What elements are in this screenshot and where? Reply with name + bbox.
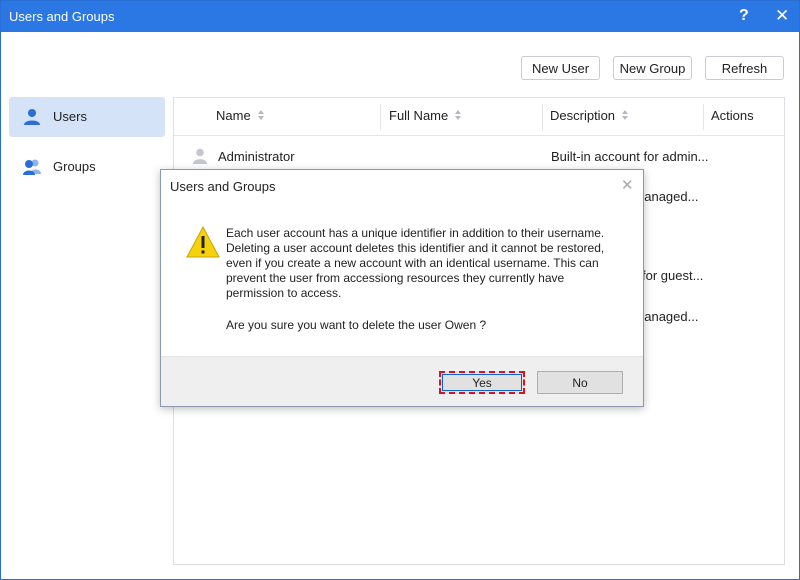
sidebar-item-groups[interactable]: Groups <box>9 147 165 187</box>
dialog-title: Users and Groups <box>170 179 276 194</box>
yes-button[interactable]: Yes <box>439 371 525 394</box>
user-avatar-icon <box>193 148 207 164</box>
sidebar-item-label: Users <box>53 109 87 124</box>
dialog-question: Are you sure you want to delete the user… <box>226 318 487 332</box>
group-icon <box>23 159 41 175</box>
sidebar-item-label: Groups <box>53 159 96 174</box>
help-icon[interactable]: ? <box>739 7 749 25</box>
delete-user-confirm-dialog: Users and Groups ✕ Each user account has… <box>160 169 644 407</box>
user-description: nanaged... <box>637 309 699 324</box>
refresh-button[interactable]: Refresh <box>705 56 784 80</box>
title-bar: Users and Groups ? ✕ <box>1 1 799 32</box>
dialog-footer: Yes No <box>161 356 643 406</box>
column-divider <box>380 104 381 130</box>
user-description: for guest... <box>642 268 704 283</box>
column-label: Description <box>550 108 616 123</box>
sort-icon <box>257 110 264 120</box>
column-label: Full Name <box>389 108 449 123</box>
user-name: Administrator <box>218 149 295 164</box>
new-group-button[interactable]: New Group <box>613 56 692 80</box>
column-divider <box>703 104 704 130</box>
sort-icon <box>622 110 629 120</box>
warning-icon <box>186 226 220 258</box>
dialog-close-icon[interactable]: ✕ <box>621 176 634 194</box>
users-and-groups-window: Users and Groups ? ✕ New User New Group … <box>0 0 800 580</box>
dialog-message: Each user account has a unique identifie… <box>226 226 605 300</box>
window-title: Users and Groups <box>9 9 115 24</box>
column-header-actions: Actions <box>711 108 754 123</box>
table-header: Name Full Name Description Actions <box>174 98 784 136</box>
new-user-button[interactable]: New User <box>521 56 600 80</box>
user-icon <box>24 109 40 125</box>
close-icon[interactable]: ✕ <box>775 6 789 26</box>
sort-icon <box>455 110 462 120</box>
column-divider <box>542 104 543 130</box>
sidebar-item-users[interactable]: Users <box>9 97 165 137</box>
column-label: Name <box>216 108 251 123</box>
user-description: Built-in account for admin... <box>551 149 709 164</box>
user-description: nanaged... <box>637 189 699 204</box>
column-header-description[interactable]: Description <box>550 108 629 123</box>
no-button[interactable]: No <box>537 371 623 394</box>
column-header-full-name[interactable]: Full Name <box>389 108 462 123</box>
column-header-name[interactable]: Name <box>216 108 265 123</box>
